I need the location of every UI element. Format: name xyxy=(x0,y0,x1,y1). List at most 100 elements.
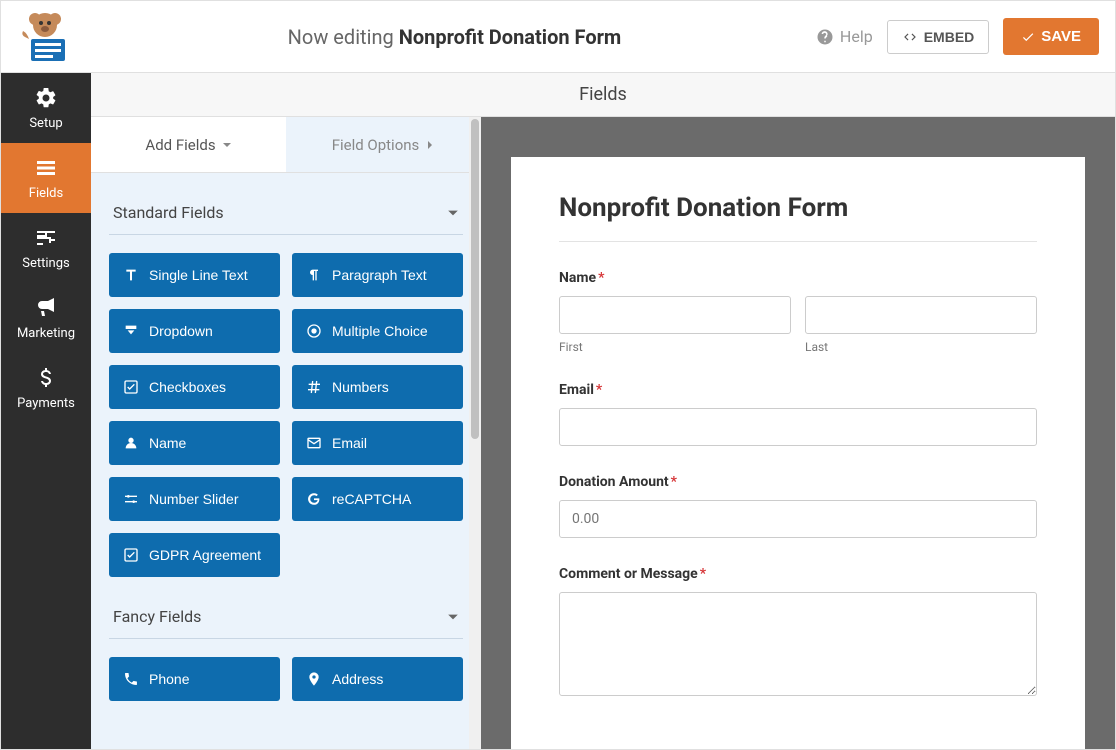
field-name-block[interactable]: Name* First Last xyxy=(559,270,1037,354)
code-icon xyxy=(902,30,918,44)
pin-icon xyxy=(306,671,322,687)
section-fancy-head[interactable]: Fancy Fields xyxy=(109,599,463,639)
name-row: First Last xyxy=(559,296,1037,354)
form-title: Nonprofit Donation Form xyxy=(559,193,1037,242)
save-button[interactable]: SAVE xyxy=(1003,18,1099,55)
field-comment-block[interactable]: Comment or Message* xyxy=(559,566,1037,700)
field-phone[interactable]: Phone xyxy=(109,657,280,701)
embed-label: EMBED xyxy=(924,29,975,45)
form-name: Nonprofit Donation Form xyxy=(399,25,622,49)
comment-label: Comment or Message* xyxy=(559,566,1037,582)
panel-scrollbar[interactable] xyxy=(469,117,481,749)
topbar: Now editing Nonprofit Donation Form Help… xyxy=(1,1,1115,73)
email-input[interactable] xyxy=(559,408,1037,446)
nav-settings-label: Settings xyxy=(22,256,69,271)
field-multiple-choice[interactable]: Multiple Choice xyxy=(292,309,463,353)
field-paragraph-text[interactable]: Paragraph Text xyxy=(292,253,463,297)
paragraph-icon xyxy=(306,267,322,283)
nav-marketing[interactable]: Marketing xyxy=(1,283,91,353)
chevron-down-icon xyxy=(447,207,459,219)
field-gdpr-agreement[interactable]: GDPR Agreement xyxy=(109,533,280,577)
section-standard-title: Standard Fields xyxy=(113,203,224,222)
tab-field-options[interactable]: Field Options xyxy=(286,117,481,173)
chevron-right-icon xyxy=(425,140,435,150)
check-icon xyxy=(1021,30,1035,44)
donation-input[interactable] xyxy=(559,500,1037,538)
form-card: Nonprofit Donation Form Name* First Last xyxy=(511,157,1085,749)
panel-scroll[interactable]: Standard Fields Single Line Text Paragra… xyxy=(91,173,481,749)
required-asterisk: * xyxy=(700,566,706,582)
section-fancy-title: Fancy Fields xyxy=(113,607,201,626)
fields-header: Fields xyxy=(91,73,1115,117)
help-button[interactable]: Help xyxy=(816,27,873,46)
topbar-actions: Help EMBED SAVE xyxy=(816,18,1099,55)
last-sublabel: Last xyxy=(805,340,1037,354)
sliders-icon xyxy=(123,491,139,507)
nav-fields[interactable]: Fields xyxy=(1,143,91,213)
chevron-down-icon xyxy=(222,140,232,150)
nav-fields-label: Fields xyxy=(29,186,63,201)
editing-title: Now editing Nonprofit Donation Form xyxy=(93,25,816,49)
envelope-icon xyxy=(306,435,322,451)
checkbox-icon xyxy=(123,379,139,395)
save-label: SAVE xyxy=(1041,28,1081,45)
name-last-col: Last xyxy=(805,296,1037,354)
field-dropdown[interactable]: Dropdown xyxy=(109,309,280,353)
help-label: Help xyxy=(840,27,873,46)
content-body: Add Fields Field Options Standard Fields xyxy=(91,117,1115,749)
dropdown-icon xyxy=(123,323,139,339)
phone-icon xyxy=(123,671,139,687)
radio-icon xyxy=(306,323,322,339)
content: Fields Add Fields Field Options xyxy=(91,73,1115,749)
nav-settings[interactable]: Settings xyxy=(1,213,91,283)
form-preview: Nonprofit Donation Form Name* First Last xyxy=(481,117,1115,749)
field-donation-block[interactable]: Donation Amount* xyxy=(559,474,1037,538)
sidebar-nav: Setup Fields Settings Marketing Payments xyxy=(1,73,91,749)
field-address[interactable]: Address xyxy=(292,657,463,701)
user-icon xyxy=(123,435,139,451)
section-standard-fields: Standard Fields Single Line Text Paragra… xyxy=(109,195,463,577)
hash-icon xyxy=(306,379,322,395)
nav-marketing-label: Marketing xyxy=(17,326,75,341)
email-label: Email* xyxy=(559,382,1037,398)
text-icon xyxy=(123,267,139,283)
nav-setup[interactable]: Setup xyxy=(1,73,91,143)
first-name-input[interactable] xyxy=(559,296,791,334)
field-name[interactable]: Name xyxy=(109,421,280,465)
required-asterisk: * xyxy=(596,382,602,398)
name-first-col: First xyxy=(559,296,791,354)
list-icon xyxy=(34,156,58,180)
dollar-icon xyxy=(34,366,58,390)
checkbox-icon xyxy=(123,547,139,563)
embed-button[interactable]: EMBED xyxy=(887,20,990,54)
nav-payments-label: Payments xyxy=(17,396,75,411)
gear-icon xyxy=(34,86,58,110)
field-email[interactable]: Email xyxy=(292,421,463,465)
nav-payments[interactable]: Payments xyxy=(1,353,91,423)
field-number-slider[interactable]: Number Slider xyxy=(109,477,280,521)
donation-label: Donation Amount* xyxy=(559,474,1037,490)
name-label: Name* xyxy=(559,270,1037,286)
section-standard-head[interactable]: Standard Fields xyxy=(109,195,463,235)
field-numbers[interactable]: Numbers xyxy=(292,365,463,409)
field-single-line-text[interactable]: Single Line Text xyxy=(109,253,280,297)
editing-prefix: Now editing xyxy=(288,25,394,49)
scrollbar-thumb[interactable] xyxy=(471,119,479,439)
main: Setup Fields Settings Marketing Payments… xyxy=(1,73,1115,749)
tab-add-fields[interactable]: Add Fields xyxy=(91,117,286,173)
comment-textarea[interactable] xyxy=(559,592,1037,696)
required-asterisk: * xyxy=(671,474,677,490)
field-email-block[interactable]: Email* xyxy=(559,382,1037,446)
last-name-input[interactable] xyxy=(805,296,1037,334)
sliders-icon xyxy=(34,226,58,250)
field-recaptcha[interactable]: reCAPTCHA xyxy=(292,477,463,521)
nav-setup-label: Setup xyxy=(29,116,62,131)
wpforms-logo xyxy=(17,9,73,65)
help-icon xyxy=(816,28,834,46)
fields-panel: Add Fields Field Options Standard Fields xyxy=(91,117,481,749)
tab-add-label: Add Fields xyxy=(145,136,215,154)
fancy-field-grid: Phone Address xyxy=(109,657,463,701)
bullhorn-icon xyxy=(34,296,58,320)
field-checkboxes[interactable]: Checkboxes xyxy=(109,365,280,409)
fields-header-label: Fields xyxy=(579,84,627,105)
